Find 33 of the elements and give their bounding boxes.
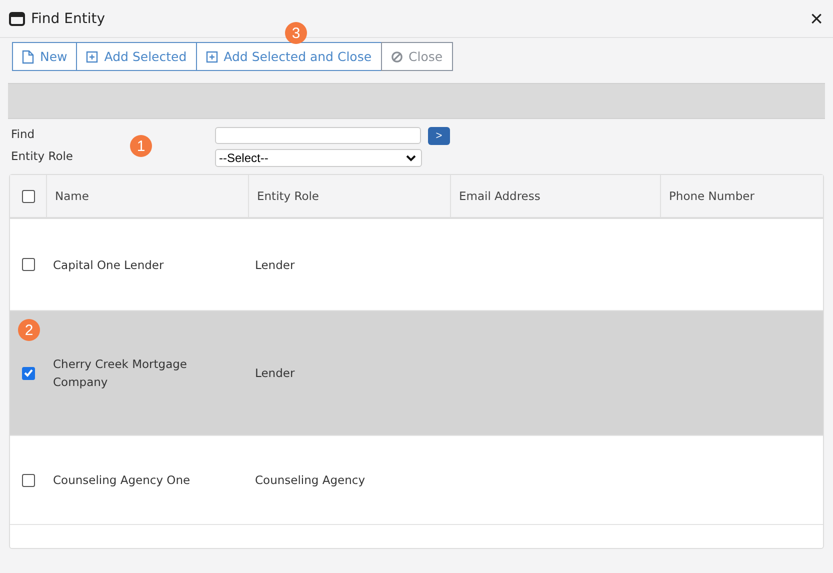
window-icon [9,12,25,26]
find-field[interactable] [215,127,421,144]
add-button[interactable]: Add Selected [76,42,197,71]
document-icon [22,50,34,64]
table-cell-text: Capital One Lender [53,256,164,274]
column-header[interactable]: Email Address [459,189,540,203]
table-row[interactable]: Counseling Agency One Counseling Agency [10,436,823,525]
column-header[interactable]: Entity Role [257,189,320,203]
ban-icon [390,50,403,62]
add-button[interactable]: Add Selected and Close [196,42,382,71]
row-checkbox[interactable] [22,366,34,380]
column-header[interactable]: Name [55,189,89,203]
search-button[interactable]: > [428,127,450,145]
column-header[interactable]: Phone Number [669,189,754,203]
new-button[interactable]: New [12,42,78,71]
table-cell-text: Counseling Agency One [53,472,190,489]
callout-badge: 1 [130,135,152,157]
chevron-down-icon [406,154,416,162]
window-title: Find Entity [31,10,106,26]
plus-square-icon [86,50,98,62]
find-label: Find [11,127,36,141]
table-cell-text: Cherry Creek Mortgage Company [53,356,188,391]
close-button[interactable]: × [810,8,823,30]
select-all-checkbox[interactable] [22,190,34,202]
table-cell-text: Counseling Agency [255,472,366,489]
entity-role-dropdown[interactable]: --Select-- [215,149,422,167]
table-cell-text: Lender [255,365,295,382]
entity-role-label: Entity Role [11,149,74,163]
plus-square-icon [206,50,218,62]
row-checkbox[interactable] [22,474,34,486]
table-cell-text: Lender [255,256,295,274]
row-checkbox[interactable] [22,258,34,271]
callout-badge: 3 [285,22,307,44]
